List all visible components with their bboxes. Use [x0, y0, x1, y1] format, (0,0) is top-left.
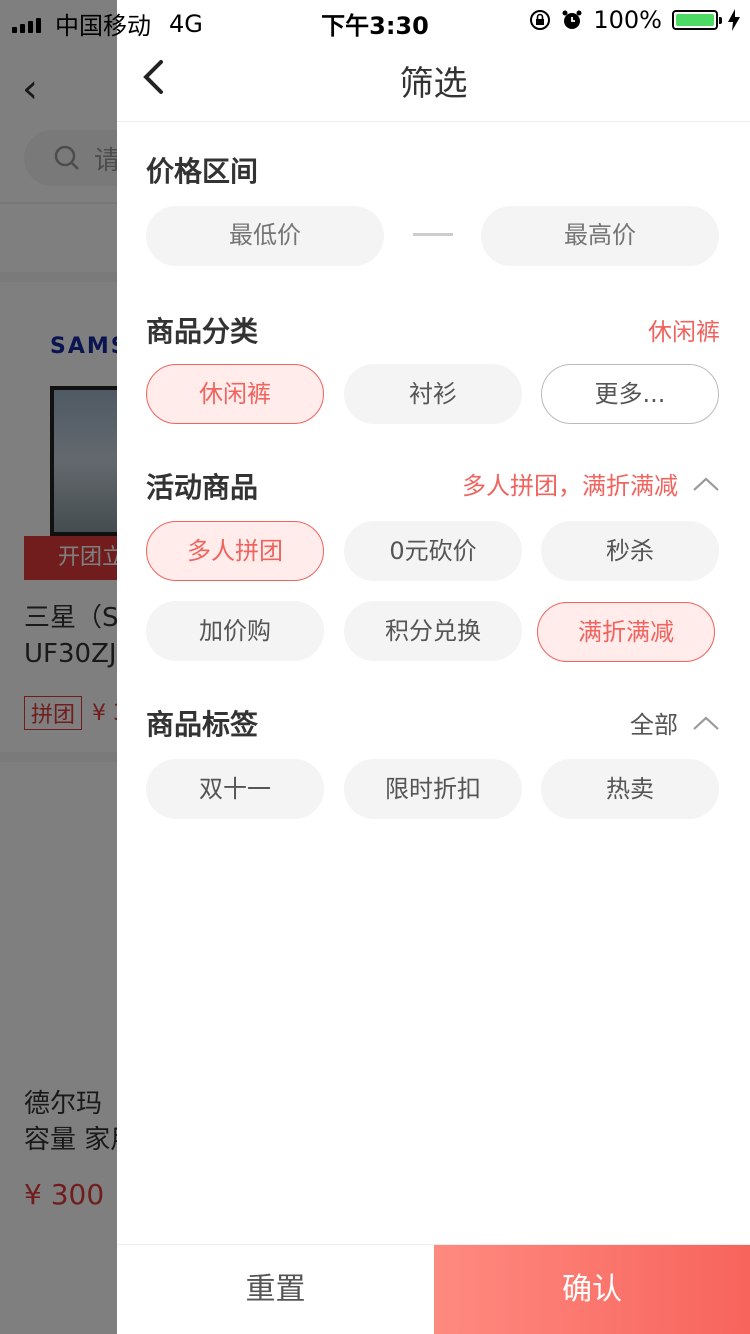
panel-footer: 重置 确认 — [117, 1244, 750, 1334]
chevron-up-icon — [693, 477, 719, 491]
status-bar: 中国移动 4G 下午3:30 100% — [0, 0, 750, 40]
activity-section-title: 活动商品 — [146, 471, 259, 504]
activity-chip-group-buy[interactable]: 多人拼团 — [146, 521, 324, 581]
max-price-input[interactable] — [481, 206, 719, 266]
activity-chip-flash-sale[interactable]: 秒杀 — [541, 521, 719, 581]
category-selected-value: 休闲裤 — [648, 312, 720, 347]
page-title: 筛选 — [399, 64, 468, 104]
reset-button[interactable]: 重置 — [117, 1245, 434, 1334]
activity-chip-points-exchange[interactable]: 积分兑换 — [344, 601, 522, 661]
confirm-button[interactable]: 确认 — [434, 1245, 750, 1334]
battery-icon — [672, 10, 722, 30]
alarm-icon — [562, 10, 582, 29]
activity-chip-zero-bargain[interactable]: 0元砍价 — [344, 521, 522, 581]
chevron-up-icon — [693, 716, 719, 730]
panel-header: 筛选 — [117, 40, 750, 122]
price-section-title: 价格区间 — [146, 155, 259, 188]
category-chip-shirt[interactable]: 衬衫 — [344, 364, 522, 424]
battery-level-fill — [676, 14, 714, 26]
tag-chip-double-eleven[interactable]: 双十一 — [146, 759, 324, 819]
category-selected-text: 休闲裤 — [648, 318, 720, 346]
min-price-input[interactable] — [146, 206, 384, 266]
tags-selected-value[interactable]: 全部 — [630, 705, 720, 740]
category-more-button[interactable]: 更多... — [541, 364, 719, 424]
activity-selected-text: 多人拼团，满折满减 — [462, 472, 678, 500]
tag-chip-hot-sale[interactable]: 热卖 — [541, 759, 719, 819]
tags-selected-text: 全部 — [630, 711, 678, 739]
category-section-title: 商品分类 — [146, 315, 259, 348]
tag-chip-limited-discount[interactable]: 限时折扣 — [344, 759, 522, 819]
activity-chip-add-on-purchase[interactable]: 加价购 — [146, 601, 324, 661]
rotation-lock-icon — [530, 10, 551, 30]
price-range-dash — [413, 233, 453, 236]
activity-chip-discount[interactable]: 满折满减 — [537, 602, 715, 662]
filter-panel: 筛选 价格区间 商品分类 休闲裤 休闲裤 衬衫 更多... 活动商品 多人拼团，… — [117, 0, 750, 1334]
battery-percent: 100% — [593, 6, 662, 34]
tags-section-title: 商品标签 — [146, 708, 259, 741]
charging-icon — [728, 9, 740, 31]
activity-selected-value[interactable]: 多人拼团，满折满减 — [462, 466, 720, 501]
category-chip-casual-pants[interactable]: 休闲裤 — [146, 364, 324, 424]
